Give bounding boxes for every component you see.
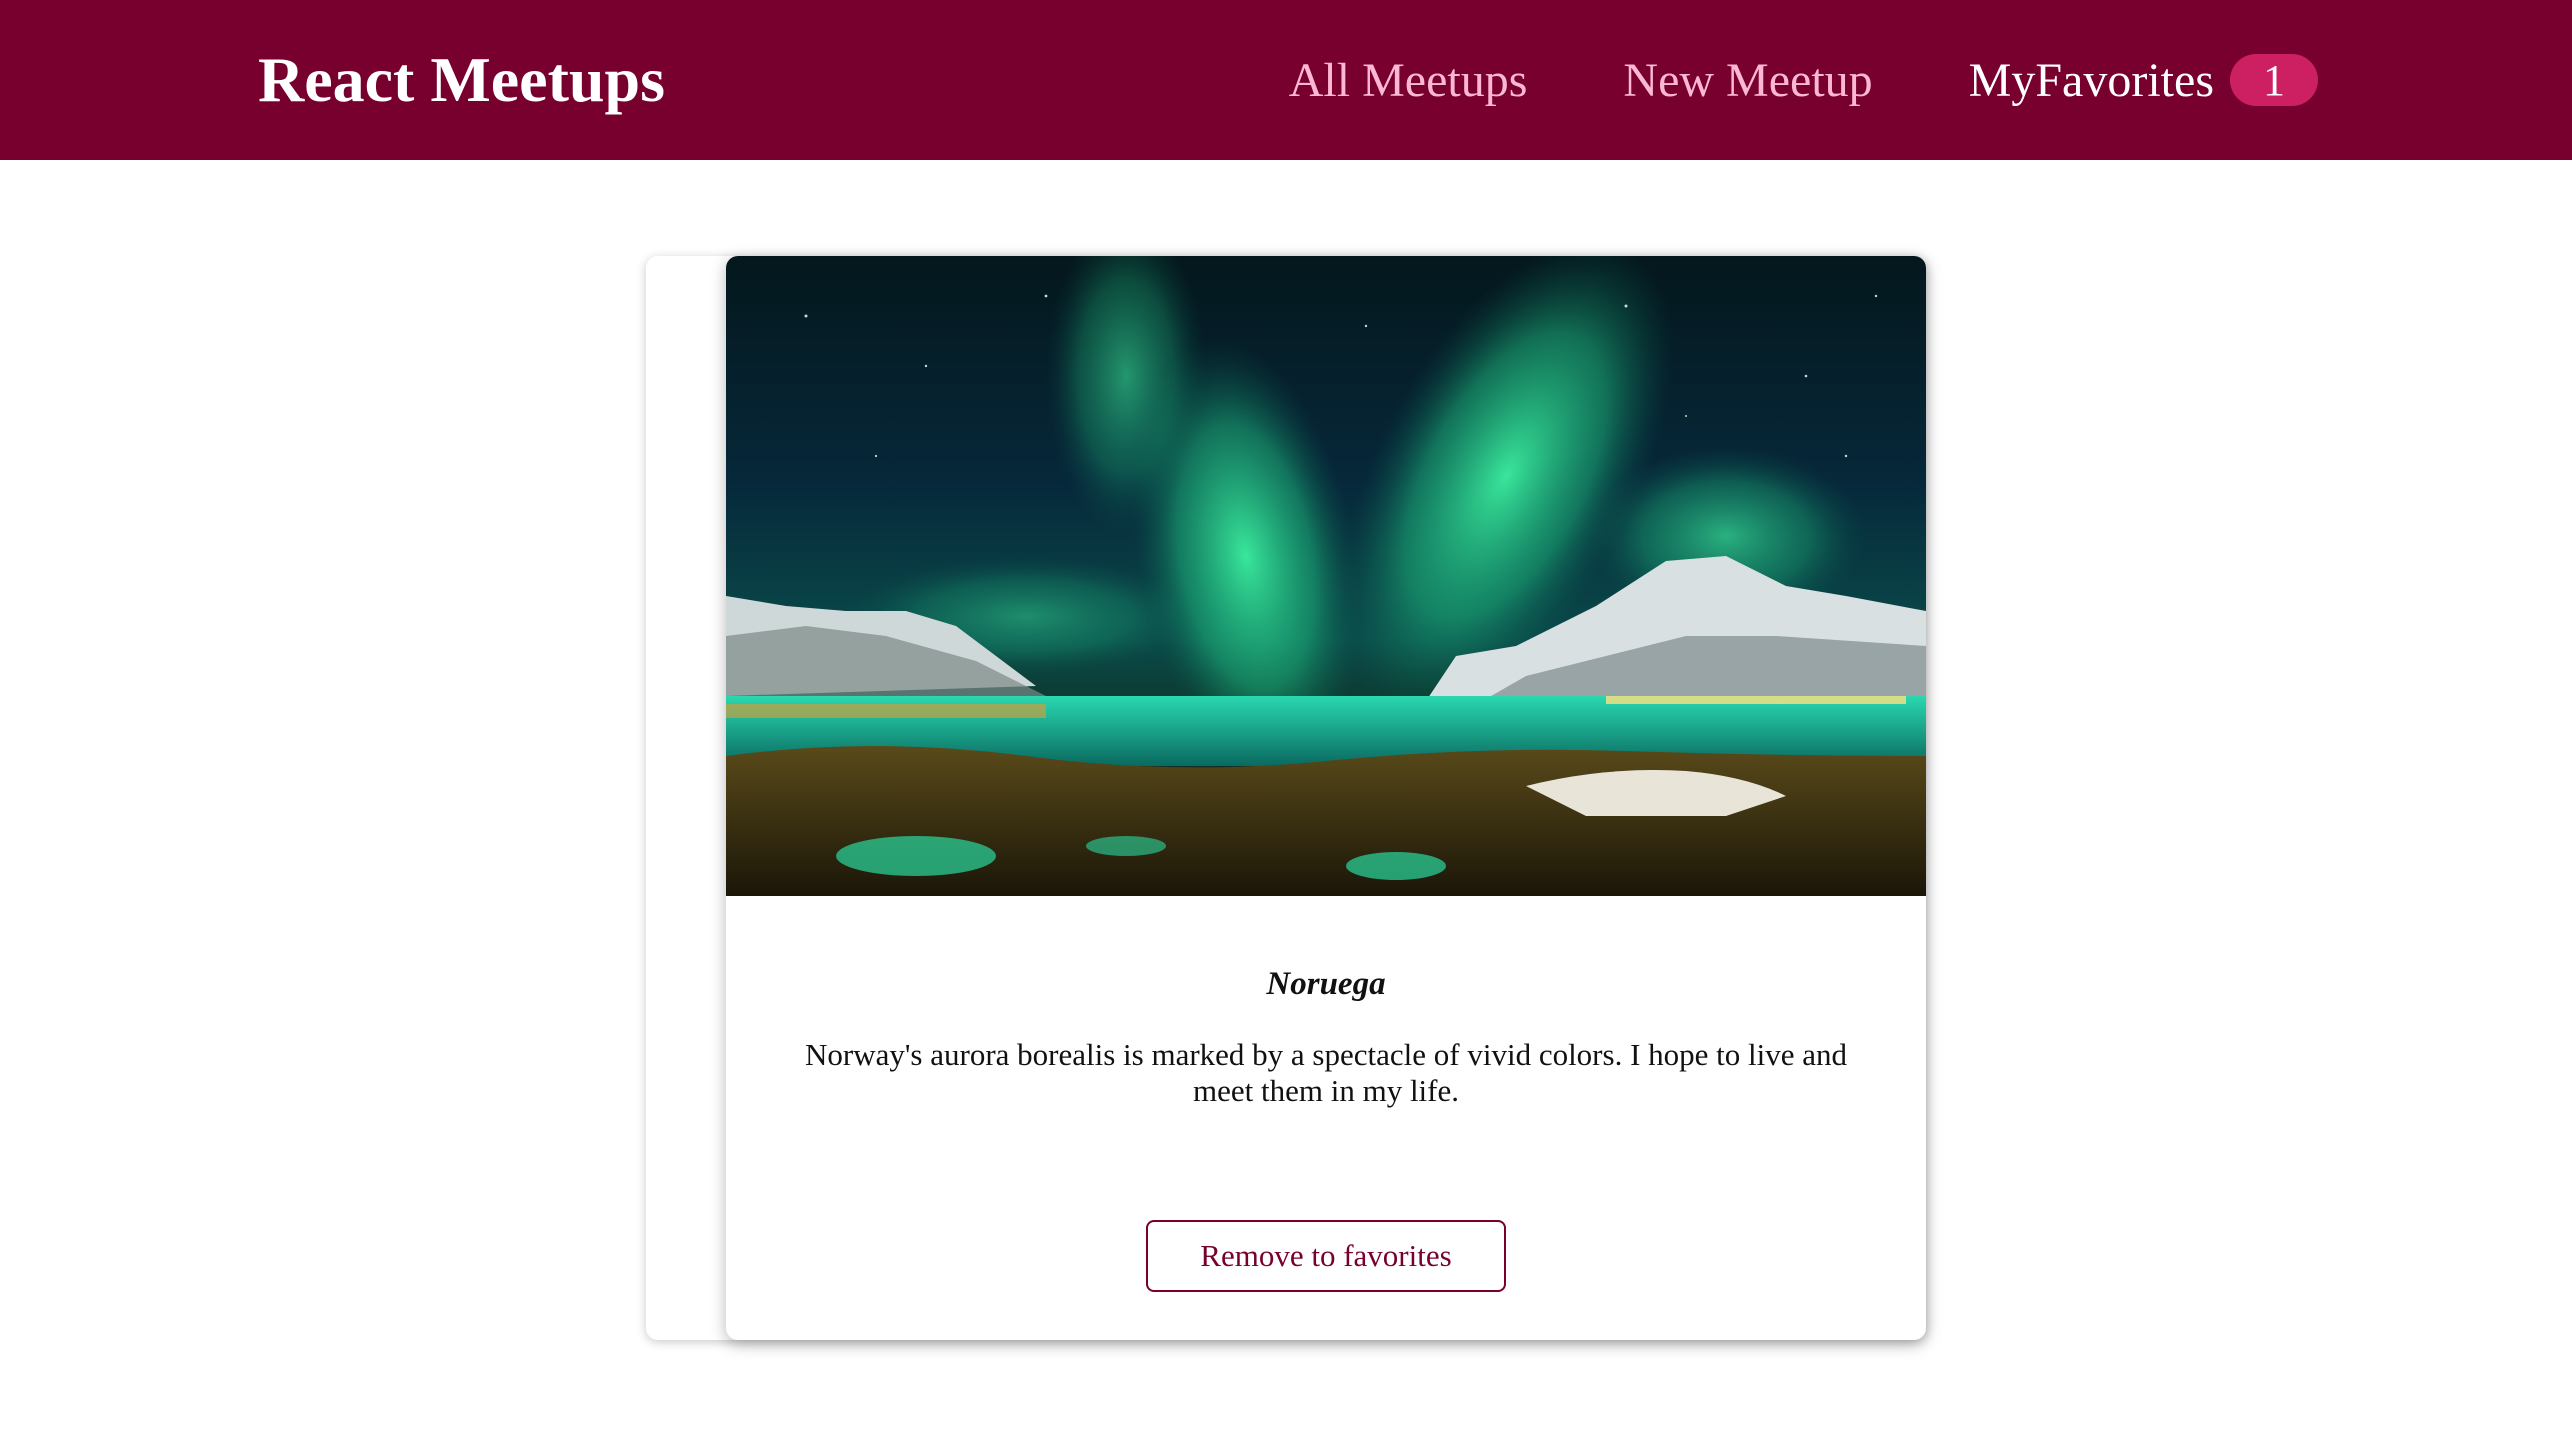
meetup-content: Noruega Norway's aurora borealis is mark… [726,896,1926,1109]
aurora-landscape-image [726,256,1926,896]
remove-from-favorites-button[interactable]: Remove to favorites [1146,1220,1506,1292]
nav-my-favorites[interactable]: MyFavorites 1 [1969,53,2318,108]
main-header: React Meetups All Meetups New Meetup MyF… [0,0,2572,160]
meetup-card: Noruega Norway's aurora borealis is mark… [726,256,1926,1340]
meetup-title: Noruega [1266,966,1386,1002]
nav-my-favorites-label: MyFavorites [1968,53,2214,107]
nav-new-meetup[interactable]: New Meetup [1623,53,1872,108]
nav-all-meetups[interactable]: All Meetups [1289,53,1528,108]
main-nav: All Meetups New Meetup MyFavorites 1 [1193,53,2318,108]
meetup-actions: Remove to favorites [726,1220,1926,1292]
meetup-image [726,256,1926,896]
meetup-description: Norway's aurora borealis is marked by a … [804,1037,1848,1108]
app-logo: React Meetups [258,44,665,115]
favorites-count-badge: 1 [2230,54,2318,106]
